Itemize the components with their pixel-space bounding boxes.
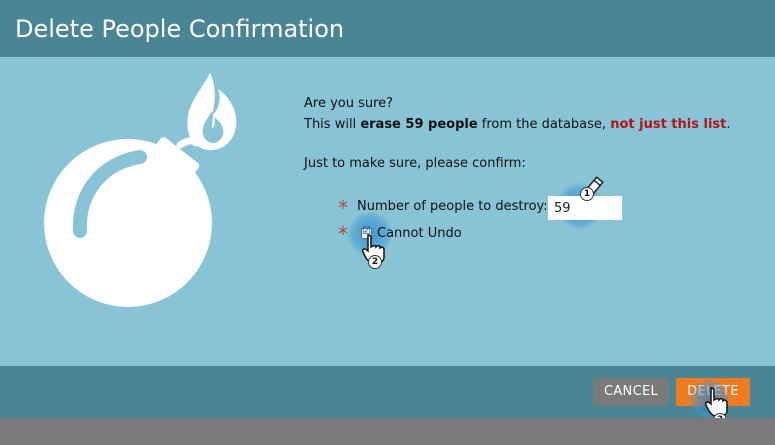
cannot-undo-label: Cannot Undo bbox=[377, 226, 462, 241]
question-text: Are you sure? bbox=[304, 96, 394, 111]
count-label: Number of people to destroy: bbox=[357, 199, 548, 214]
delete-confirmation-dialog: Delete People Confirmation Are you sure?… bbox=[0, 0, 775, 445]
dialog-title: Delete People Confirmation bbox=[15, 15, 345, 43]
erase-middle: from the database, bbox=[477, 117, 607, 132]
required-marker: * bbox=[338, 196, 348, 220]
erase-warning-text: This will erase 59 people from the datab… bbox=[304, 116, 731, 134]
dialog-header: Delete People Confirmation bbox=[0, 0, 775, 57]
confirm-prompt: Just to make sure, please confirm: bbox=[304, 156, 526, 171]
erase-count-bold: erase 59 people bbox=[360, 117, 478, 132]
dialog-footer: CANCEL DELETE 3 bbox=[0, 366, 775, 427]
bomb-icon bbox=[44, 73, 237, 307]
required-marker: * bbox=[338, 222, 348, 246]
dialog-body: Are you sure? This will erase 59 people … bbox=[0, 57, 775, 366]
not-just-list-warning: not just this list bbox=[610, 117, 727, 132]
erase-prefix: This will bbox=[304, 117, 361, 132]
step-2-badge: 2 bbox=[368, 255, 382, 269]
cancel-button[interactable]: CANCEL bbox=[593, 378, 669, 406]
step-1-badge: 1 bbox=[580, 187, 594, 201]
backdrop-bar bbox=[0, 418, 775, 445]
erase-end: . bbox=[726, 117, 731, 132]
